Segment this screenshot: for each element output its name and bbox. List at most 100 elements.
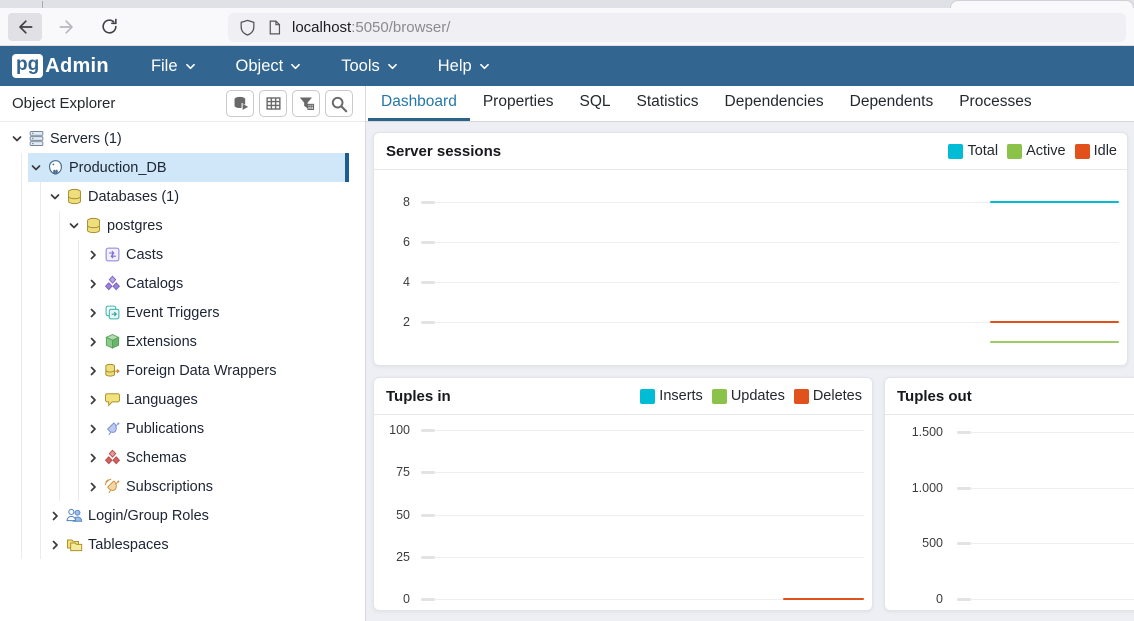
tree-item-label: Languages bbox=[126, 392, 198, 408]
tab-dashboard[interactable]: Dashboard bbox=[368, 86, 470, 121]
tree-item-label: Databases (1) bbox=[88, 189, 179, 205]
tree-item-databases-1[interactable]: Databases (1) bbox=[0, 182, 365, 211]
tree-item-schemas[interactable]: Schemas bbox=[0, 443, 365, 472]
tree-item-servers-1[interactable]: Servers (1) bbox=[0, 124, 365, 153]
panel-server-sessions: Server sessionsTotalActiveIdle8642 bbox=[373, 132, 1128, 366]
legend-label: Total bbox=[967, 143, 998, 159]
tree-item-foreign-data-wrappers[interactable]: Foreign Data Wrappers bbox=[0, 356, 365, 385]
url-host: localhost bbox=[292, 19, 351, 36]
tablespaces-icon bbox=[66, 536, 83, 553]
browser-active-tab[interactable] bbox=[950, 0, 1134, 8]
tree-expander[interactable] bbox=[84, 246, 102, 264]
tab-dependencies[interactable]: Dependencies bbox=[712, 86, 837, 121]
tree-expander[interactable] bbox=[84, 362, 102, 380]
tree-item-languages[interactable]: Languages bbox=[0, 385, 365, 414]
tree-item-production-db[interactable]: Production_DB bbox=[0, 153, 365, 182]
chevron-right-icon bbox=[87, 452, 99, 464]
tree-item-login-group-roles[interactable]: Login/Group Roles bbox=[0, 501, 365, 530]
menu-bar: File Object Tools Help bbox=[151, 57, 490, 76]
y-tick-label: 4 bbox=[374, 274, 410, 290]
selection-indicator-bar bbox=[345, 153, 349, 182]
tree-expander[interactable] bbox=[84, 275, 102, 293]
chart-plot-area: 8 6 4 2 bbox=[374, 170, 1127, 366]
y-tick-label: 0 bbox=[374, 591, 410, 607]
menu-label: File bbox=[151, 57, 178, 76]
y-tick-mark bbox=[421, 201, 435, 204]
chevron-right-icon bbox=[87, 365, 99, 377]
casts-icon bbox=[104, 246, 121, 263]
tree-item-event-triggers[interactable]: Event Triggers bbox=[0, 298, 365, 327]
tree-expander[interactable] bbox=[84, 420, 102, 438]
y-tick-mark bbox=[421, 514, 435, 517]
tree-item-postgres[interactable]: postgres bbox=[0, 211, 365, 240]
chart-title: Tuples out bbox=[897, 388, 1134, 405]
chevron-down-icon bbox=[11, 133, 23, 145]
legend-swatch bbox=[1007, 144, 1022, 159]
url-bar[interactable]: localhost:5050/browser/ bbox=[228, 13, 1126, 42]
back-button[interactable] bbox=[8, 13, 42, 41]
forward-arrow-icon bbox=[57, 17, 77, 37]
y-tick-label: 8 bbox=[374, 194, 410, 210]
publications-icon bbox=[104, 420, 121, 437]
tab-properties[interactable]: Properties bbox=[470, 86, 567, 121]
tree-item-label: Extensions bbox=[126, 334, 197, 350]
panel-header: Tuples inInsertsUpdatesDeletes bbox=[374, 378, 872, 415]
legend-item-active: Active bbox=[1007, 143, 1066, 159]
tree-item-subscriptions[interactable]: Subscriptions bbox=[0, 472, 365, 501]
menu-label: Tools bbox=[341, 57, 380, 76]
y-tick-mark bbox=[957, 542, 971, 545]
panel-tuples-in: Tuples inInsertsUpdatesDeletes1007550250 bbox=[373, 377, 873, 611]
y-tick-mark bbox=[421, 598, 435, 601]
view-data-button[interactable] bbox=[259, 90, 287, 117]
y-tick-label: 2 bbox=[374, 314, 410, 330]
chart-plot-area: 1007550250 bbox=[374, 415, 872, 611]
reload-button[interactable] bbox=[92, 13, 126, 41]
tree-item-publications[interactable]: Publications bbox=[0, 414, 365, 443]
tab-sql[interactable]: SQL bbox=[566, 86, 623, 121]
forward-button[interactable] bbox=[50, 13, 84, 41]
tree-expander[interactable] bbox=[8, 130, 26, 148]
menu-tools[interactable]: Tools bbox=[341, 57, 398, 76]
object-explorer-title: Object Explorer bbox=[12, 95, 226, 112]
chevron-right-icon bbox=[87, 249, 99, 261]
menu-help[interactable]: Help bbox=[438, 57, 490, 76]
search-objects-button[interactable] bbox=[325, 90, 353, 117]
tree-expander[interactable] bbox=[46, 536, 64, 554]
tree-item-extensions[interactable]: Extensions bbox=[0, 327, 365, 356]
menu-file[interactable]: File bbox=[151, 57, 196, 76]
filtered-rows-button[interactable] bbox=[292, 90, 320, 117]
fdw-icon bbox=[104, 362, 121, 379]
tree-expander[interactable] bbox=[65, 217, 83, 235]
servers-icon bbox=[28, 130, 45, 147]
chart-plot-area: 1.5001.0005000 bbox=[885, 415, 1134, 611]
object-explorer-toolbar bbox=[226, 90, 353, 117]
tree-item-casts[interactable]: Casts bbox=[0, 240, 365, 269]
tree-expander[interactable] bbox=[84, 304, 102, 322]
back-arrow-icon bbox=[15, 17, 35, 37]
tree-expander[interactable] bbox=[84, 449, 102, 467]
tree-expander[interactable] bbox=[84, 391, 102, 409]
tree-expander[interactable] bbox=[27, 159, 45, 177]
legend-swatch bbox=[1075, 144, 1090, 159]
subscriptions-icon bbox=[104, 478, 121, 495]
y-tick-label: 75 bbox=[374, 464, 410, 480]
tab-processes[interactable]: Processes bbox=[946, 86, 1044, 121]
tree-expander[interactable] bbox=[84, 333, 102, 351]
y-gridline bbox=[971, 432, 1134, 433]
tree-expander[interactable] bbox=[46, 188, 64, 206]
connect-database-button[interactable] bbox=[226, 90, 254, 117]
chevron-down-icon bbox=[185, 62, 196, 71]
tree-expander[interactable] bbox=[84, 478, 102, 496]
tree-item-catalogs[interactable]: Catalogs bbox=[0, 269, 365, 298]
tab-statistics[interactable]: Statistics bbox=[624, 86, 712, 121]
browser-toolbar: localhost:5050/browser/ bbox=[0, 8, 1134, 46]
y-tick-label: 6 bbox=[374, 234, 410, 250]
y-tick-mark bbox=[421, 429, 435, 432]
tree-expander[interactable] bbox=[46, 507, 64, 525]
search-objects-icon bbox=[330, 95, 348, 113]
menu-object[interactable]: Object bbox=[236, 57, 302, 76]
y-gridline bbox=[971, 488, 1134, 489]
chart-legend: InsertsUpdatesDeletes bbox=[640, 388, 862, 404]
tab-dependents[interactable]: Dependents bbox=[837, 86, 947, 121]
tree-item-tablespaces[interactable]: Tablespaces bbox=[0, 530, 365, 559]
